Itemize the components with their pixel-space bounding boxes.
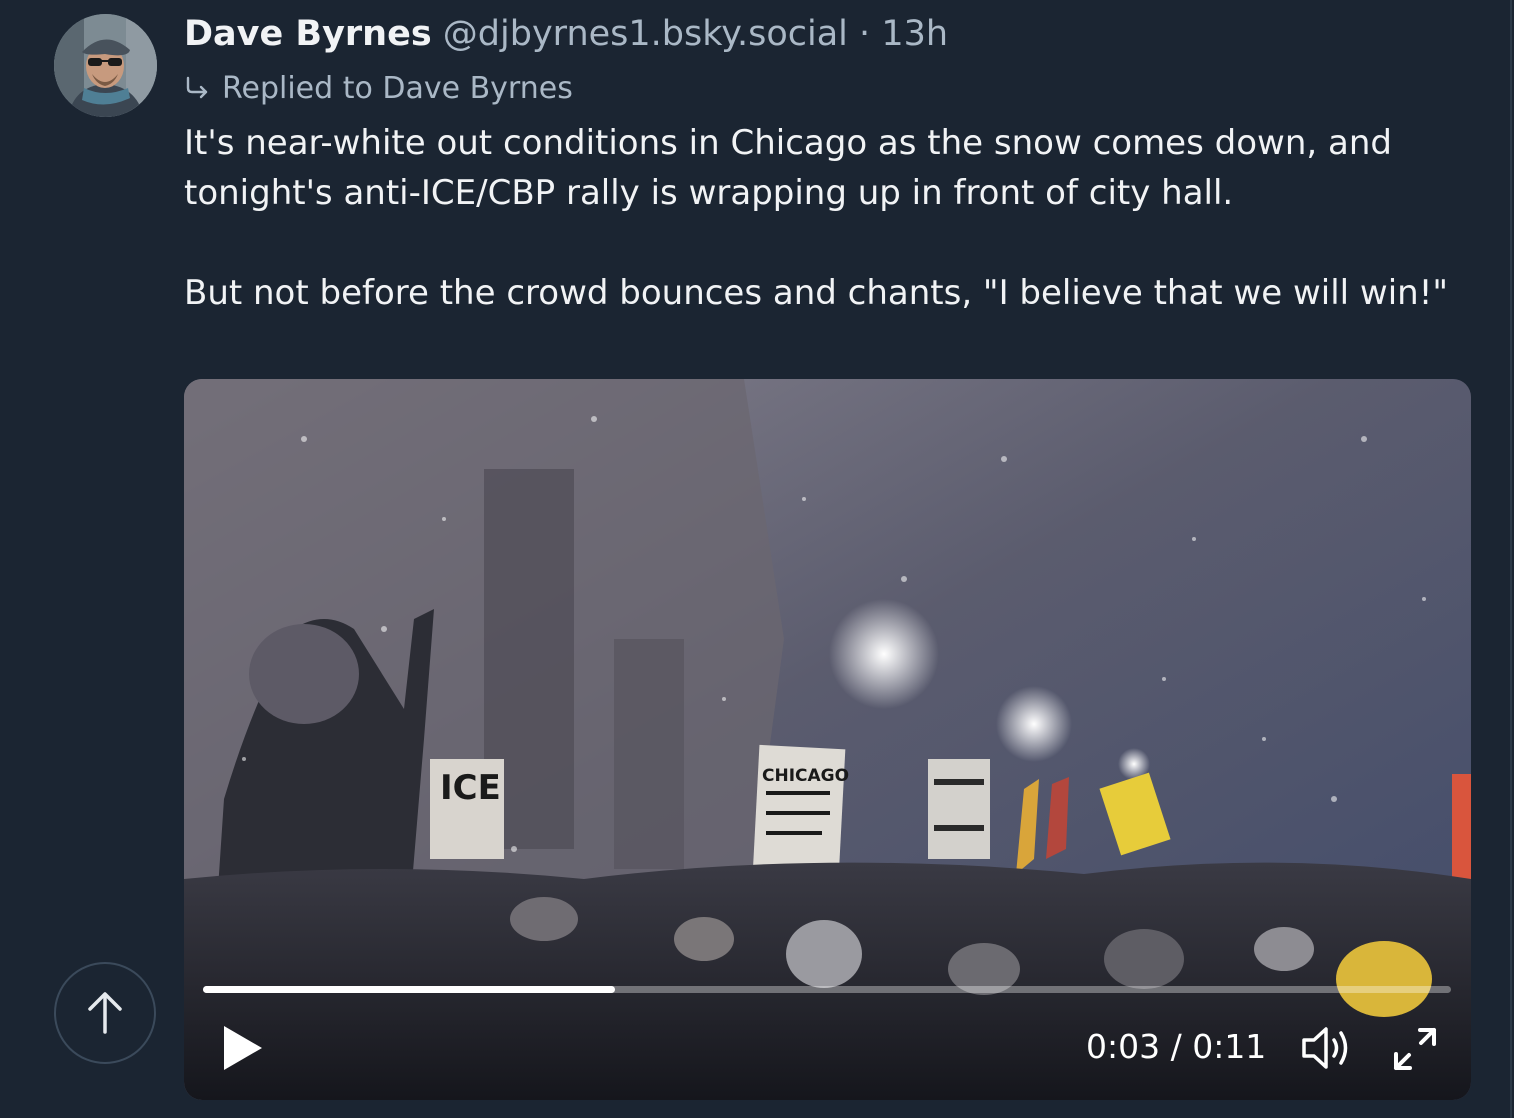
scroll-to-top-button[interactable] (54, 962, 156, 1064)
video-progress-bar[interactable] (203, 986, 1451, 993)
fullscreen-button[interactable] (1390, 1024, 1440, 1074)
sign-ice-text: ICE (440, 768, 501, 808)
author-handle[interactable]: @djbyrnes1.bsky.social (443, 14, 848, 54)
author-display-name[interactable]: Dave Byrnes (184, 14, 432, 54)
video-player[interactable]: ICE CHICAGO 0:03 / 0:11 (184, 379, 1471, 1100)
header-separator: · (859, 14, 871, 54)
video-time: 0:03 / 0:11 (1086, 1027, 1267, 1066)
post-container: Dave Byrnes @djbyrnes1.bsky.social · 13h… (0, 0, 1514, 1118)
post-paragraph: But not before the crowd bounces and cha… (184, 273, 1448, 313)
fullscreen-icon (1394, 1028, 1436, 1070)
post-paragraph: It's near-white out conditions in Chicag… (184, 123, 1392, 213)
reply-context[interactable]: Replied to Dave Byrnes (184, 68, 573, 108)
reply-arrow-icon (186, 76, 208, 99)
mute-button[interactable] (1298, 1022, 1354, 1074)
video-progress-fill (203, 986, 615, 993)
avatar-image (54, 14, 157, 117)
post-timestamp[interactable]: 13h (881, 14, 948, 54)
play-button[interactable] (216, 1022, 268, 1074)
arrow-up-icon (88, 992, 122, 1034)
sign-chicago-text: CHICAGO (762, 766, 849, 786)
reply-context-label: Replied to Dave Byrnes (222, 70, 573, 106)
avatar[interactable] (54, 14, 157, 117)
play-icon (224, 1026, 262, 1070)
divider (1510, 0, 1512, 1118)
post-text: It's near-white out conditions in Chicag… (184, 118, 1474, 318)
volume-icon (1302, 1027, 1348, 1069)
post-header: Dave Byrnes @djbyrnes1.bsky.social · 13h (184, 12, 948, 56)
